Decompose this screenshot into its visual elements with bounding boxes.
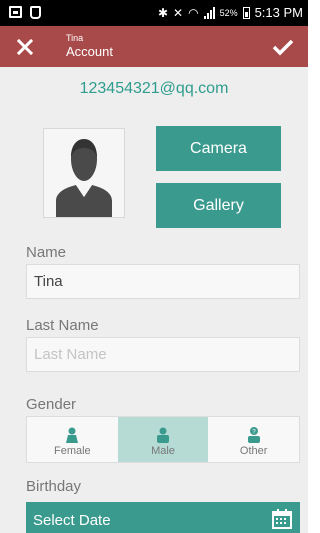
bluetooth-icon: ✱: [157, 5, 169, 20]
question-person-icon: ?: [247, 427, 260, 443]
status-bar: ✱ ✕ ◠ 52% 5:13 PM: [0, 0, 308, 26]
mute-icon: ✕: [173, 5, 184, 20]
check-icon: [272, 39, 294, 55]
avatar[interactable]: [43, 128, 125, 218]
person-silhouette-icon: [56, 139, 112, 217]
app-bar: Tina Account: [0, 26, 308, 67]
gender-selector: Female Male ? Other: [26, 416, 300, 463]
screenshot-icon: [9, 6, 22, 18]
gender-label: Gender: [26, 396, 77, 413]
close-button[interactable]: [0, 26, 50, 67]
account-user-name: Tina: [66, 33, 84, 43]
select-date-label: Select Date: [33, 511, 111, 529]
male-icon: [157, 427, 169, 443]
clock: 5:13 PM: [254, 5, 303, 20]
phone-screen: ✱ ✕ ◠ 52% 5:13 PM Tina Account 123454321: [0, 0, 308, 533]
save-button[interactable]: [258, 26, 308, 67]
gender-option-label: Male: [151, 445, 175, 457]
select-date-button[interactable]: Select Date: [26, 502, 300, 533]
name-field[interactable]: Tina: [26, 264, 300, 299]
calendar-icon: [272, 509, 292, 529]
last-name-field[interactable]: Last Name: [26, 337, 300, 372]
gender-option-female[interactable]: Female: [27, 417, 118, 462]
account-email: 123454321@qq.com: [79, 80, 229, 97]
battery-percent: 52%: [219, 7, 238, 18]
close-icon: [17, 38, 33, 55]
birthday-label: Birthday: [26, 478, 82, 495]
female-icon: [66, 427, 79, 443]
gender-option-label: Female: [53, 445, 91, 457]
gender-option-male[interactable]: Male: [117, 417, 209, 462]
page-title: Account: [66, 44, 113, 59]
bbm-icon: [30, 6, 41, 19]
gender-option-other[interactable]: ? Other: [208, 417, 299, 462]
gender-option-label: Other: [239, 445, 268, 457]
battery-icon: [242, 6, 250, 19]
camera-button[interactable]: Camera: [156, 126, 281, 171]
wifi-icon: ◠: [188, 5, 199, 20]
name-label: Name: [26, 244, 67, 261]
gallery-button[interactable]: Gallery: [156, 183, 281, 228]
last-name-label: Last Name: [26, 317, 99, 334]
signal-icon: [203, 6, 215, 19]
